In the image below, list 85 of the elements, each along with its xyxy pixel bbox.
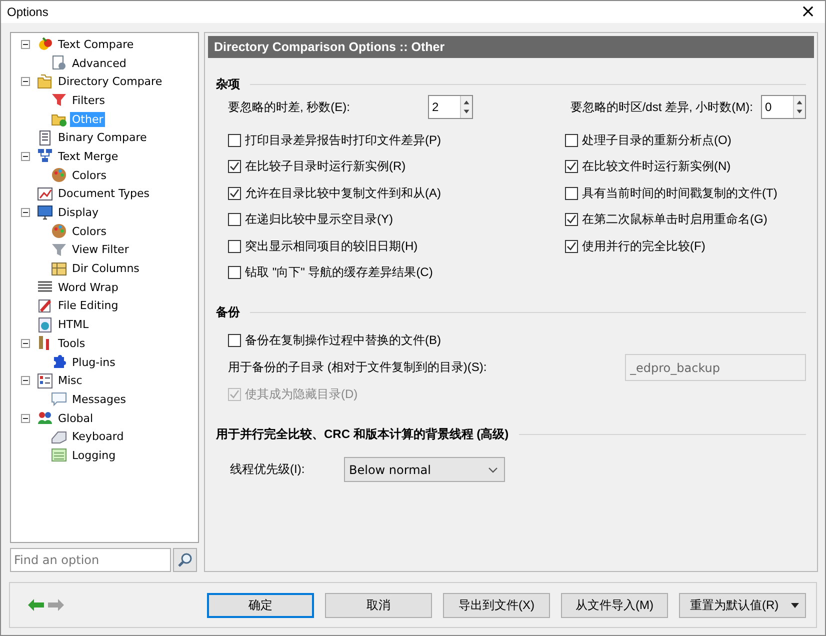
section-heading: 用于并行完全比较、CRC 和版本计算的背景线程 (高级) <box>216 426 509 443</box>
search-icon <box>177 552 193 568</box>
field-label: 要忽略的时区/dst 差异, 小时数(M): <box>570 98 753 116</box>
tree-item[interactable]: Advanced <box>70 56 128 71</box>
tree-item[interactable]: Misc <box>56 373 84 388</box>
back-arrow-icon <box>28 599 44 611</box>
palette-icon <box>51 223 67 240</box>
pencil-icon <box>37 298 53 314</box>
tree-item[interactable]: File Editing <box>56 298 120 314</box>
checkbox[interactable]: 在比较子目录时运行新实例(R) <box>228 154 565 180</box>
dialog-button[interactable]: 重置为默认值(R) <box>679 592 806 618</box>
spin-box[interactable]: 0 <box>761 95 806 119</box>
tree-item[interactable]: Tools <box>56 336 88 351</box>
search-button[interactable] <box>173 548 197 572</box>
tree-item[interactable]: Keyboard <box>70 429 126 444</box>
tree-item[interactable]: View Filter <box>70 242 131 258</box>
monitor-icon <box>37 204 53 221</box>
chart-document-icon <box>37 186 53 202</box>
field-label: 要忽略的时差, 秒数(E): <box>228 98 350 116</box>
section-heading: 备份 <box>216 304 240 321</box>
tree-item[interactable]: Logging <box>70 448 118 463</box>
apple-icon <box>37 36 53 52</box>
checkbox[interactable]: 备份在复制操作过程中替换的文件(B) <box>228 327 806 354</box>
tree-item[interactable]: HTML <box>56 317 91 332</box>
palette-icon <box>51 167 67 184</box>
network-icon <box>37 148 53 164</box>
checkbox[interactable]: 突出显示相同项目的较旧日期(H) <box>228 233 565 260</box>
checkbox[interactable]: 允许在目录比较中复制文件到和从(A) <box>228 180 565 206</box>
search-field[interactable]: Find an option <box>10 548 171 572</box>
table-icon <box>51 260 67 277</box>
field-label: 用于备份的子目录 (相对于文件复制到的目录)(S): <box>228 359 487 376</box>
dialog-button[interactable]: 导出到文件(X) <box>443 592 550 618</box>
globe-document-icon <box>37 316 53 333</box>
tree-item[interactable]: Filters <box>70 92 107 108</box>
close-button[interactable]: × <box>791 1 825 23</box>
tree-item[interactable]: Messages <box>70 392 128 407</box>
checkbox[interactable]: 在递归比较中显示空目录(Y) <box>228 206 565 233</box>
tree-item[interactable]: Global <box>56 410 96 426</box>
spin-arrows-icon <box>793 96 805 118</box>
tree-item[interactable]: Colors <box>70 168 108 183</box>
funnel-icon <box>51 92 67 108</box>
chevron-icon <box>488 466 498 472</box>
forward-arrow-icon <box>48 599 64 611</box>
funnel-icon <box>51 242 67 258</box>
tree-item[interactable]: Binary Compare <box>56 130 149 146</box>
caret-icon <box>791 602 799 608</box>
check-icon <box>566 161 577 172</box>
checkbox[interactable]: 打印目录差异报告时打印文件差异(P) <box>228 127 565 154</box>
dialog-button[interactable]: 取消 <box>325 592 432 618</box>
tree-item[interactable]: Display <box>56 205 101 220</box>
folders-icon <box>37 74 53 90</box>
people-icon <box>37 410 53 426</box>
dialog-button[interactable]: 从文件导入(M) <box>561 592 668 618</box>
check-icon <box>566 240 577 252</box>
puzzle-icon <box>51 354 67 370</box>
list-icon <box>37 372 53 389</box>
panel-title: Directory Comparison Options :: Other <box>208 36 814 58</box>
tree-item[interactable]: Plug-ins <box>70 354 118 370</box>
tree-item[interactable]: Document Types <box>56 186 152 202</box>
spin-box[interactable]: 2 <box>428 95 473 119</box>
field-label: 线程优先级(I): <box>230 461 306 478</box>
window-title: Options <box>7 5 48 19</box>
section-heading: 杂项 <box>216 76 240 93</box>
binary-document-icon <box>37 130 53 146</box>
tree-item[interactable]: Text Merge <box>56 148 120 164</box>
checkbox[interactable]: 处理子目录的重新分析点(O) <box>565 127 778 154</box>
dropdown[interactable]: Below normal <box>344 457 505 482</box>
tree-item[interactable]: Word Wrap <box>56 280 120 295</box>
tree-item[interactable]: Colors <box>70 224 108 239</box>
checkbox[interactable]: 使用并行的完全比较(F) <box>565 233 778 260</box>
check-icon <box>229 188 240 199</box>
tree-item[interactable]: Text Compare <box>56 36 136 52</box>
speech-bubble-icon <box>51 391 67 408</box>
checkbox[interactable]: 在第二次鼠标单击时启用重命名(G) <box>565 206 778 233</box>
spin-arrows-icon <box>460 96 472 118</box>
tree-item[interactable]: Directory Compare <box>56 74 164 90</box>
check-icon <box>229 161 240 172</box>
check-icon <box>566 214 577 226</box>
checkbox[interactable]: 钻取 "向下" 导航的缓存差异结果(C) <box>228 260 565 286</box>
checkbox[interactable]: 具有当前时间的时间戳复制的文件(T) <box>565 180 778 206</box>
checkbox[interactable]: 在比较文件时运行新实例(N) <box>565 154 778 180</box>
log-icon <box>51 447 67 464</box>
dialog-button[interactable]: 确定 <box>207 592 314 618</box>
check-icon <box>229 389 240 400</box>
tree-item[interactable]: Dir Columns <box>70 261 142 276</box>
